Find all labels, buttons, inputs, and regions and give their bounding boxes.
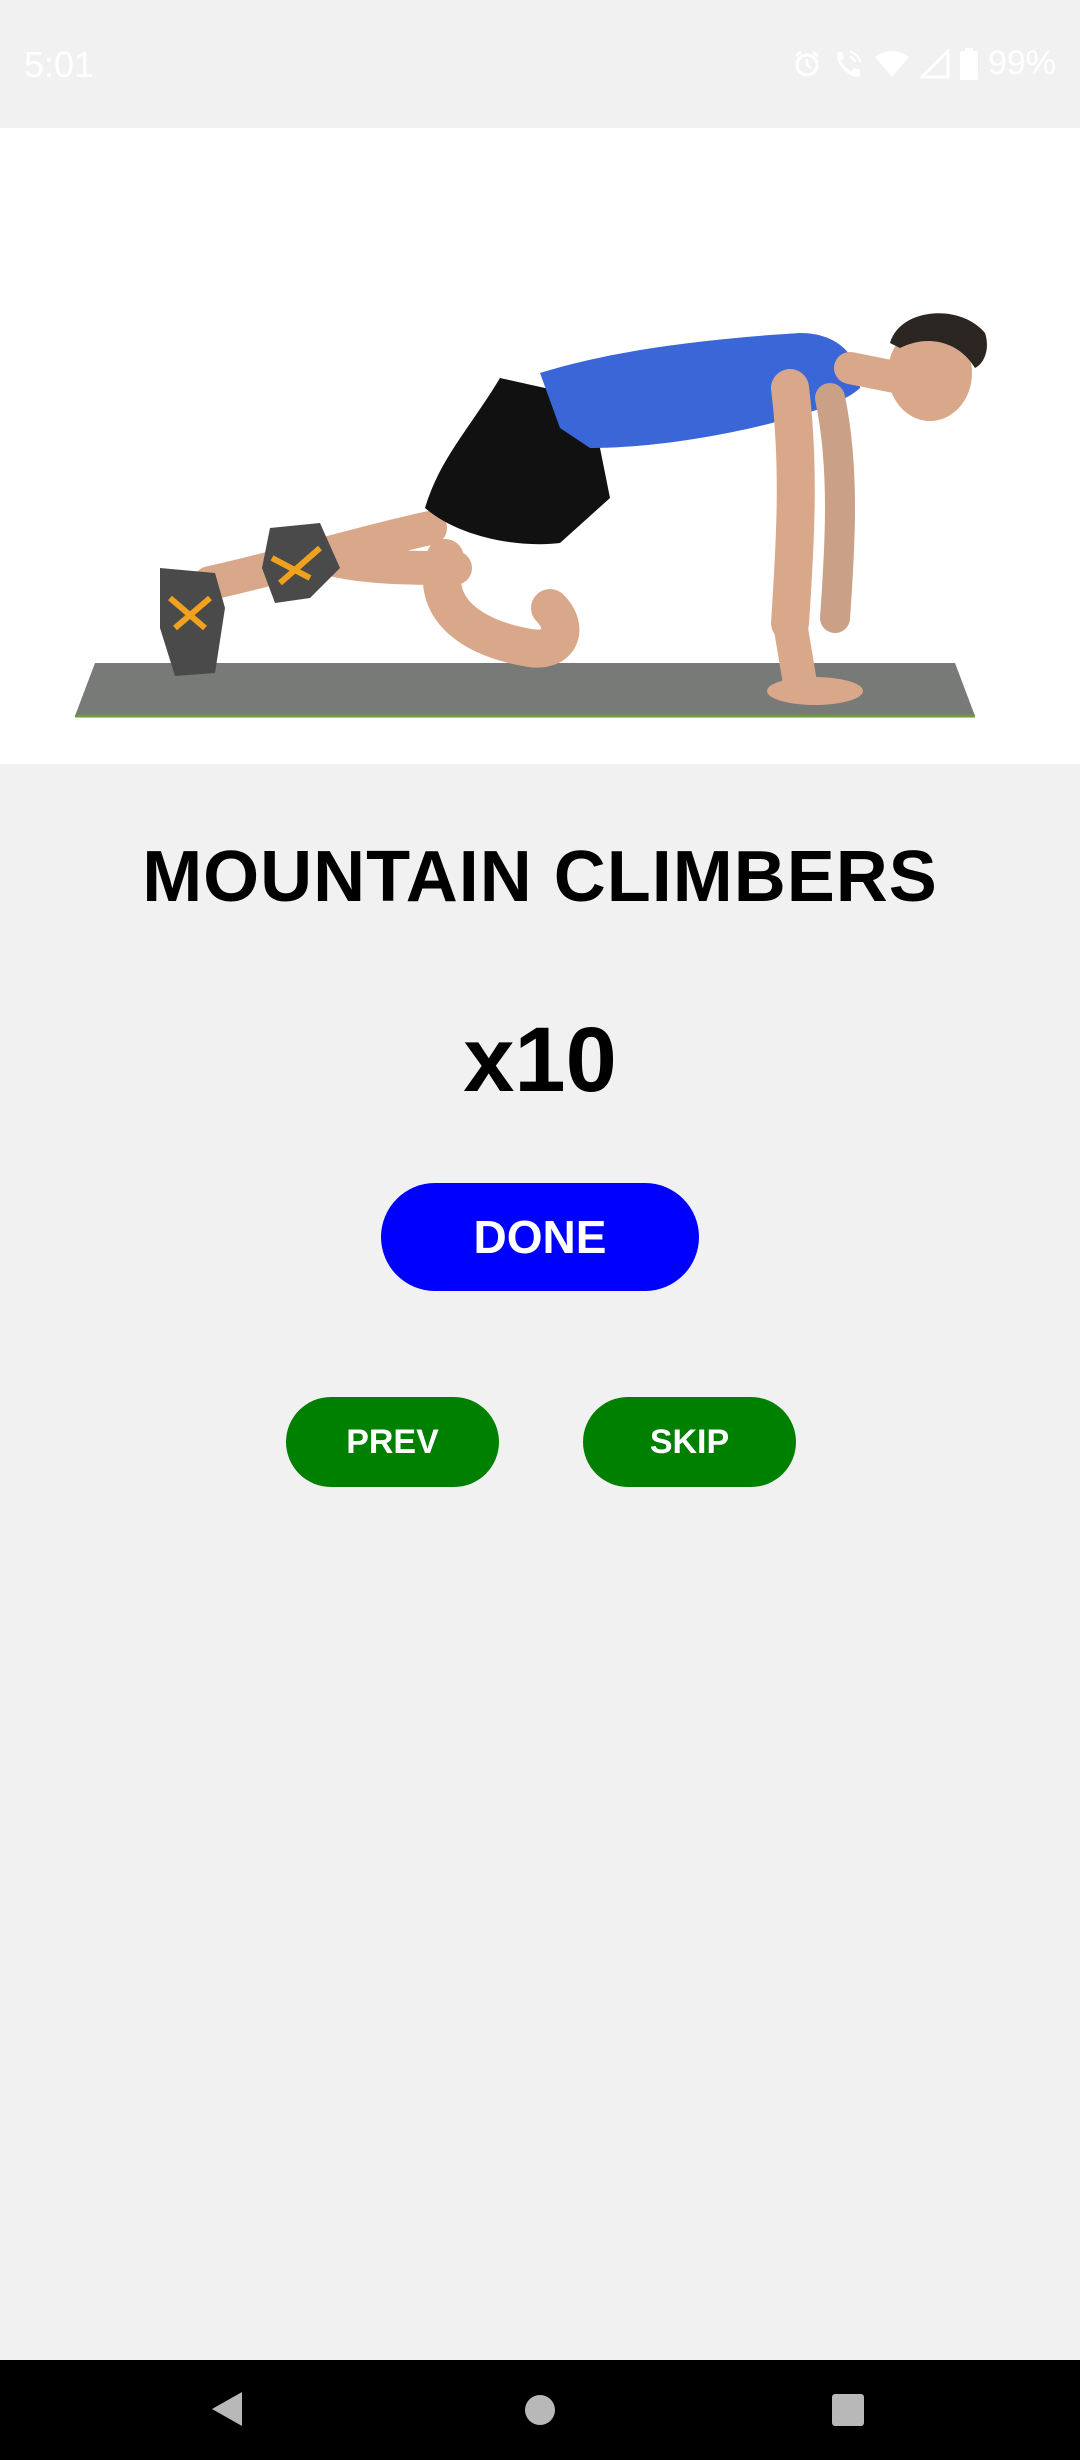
recents-icon[interactable] (832, 2394, 864, 2431)
wifi-icon (874, 49, 910, 79)
alarm-icon (792, 49, 822, 79)
skip-button[interactable]: SKIP (583, 1397, 796, 1487)
status-icons: 99% (792, 44, 1056, 83)
wifi-call-icon (832, 48, 864, 80)
status-time: 5:01 (24, 44, 95, 85)
exercise-title: MOUNTAIN CLIMBERS (142, 837, 938, 917)
battery-level: 99% (987, 44, 1056, 82)
exercise-reps: x10 (463, 1009, 617, 1111)
signal-icon (919, 48, 950, 79)
home-icon[interactable] (524, 2394, 556, 2431)
done-button[interactable]: DONE (381, 1183, 699, 1291)
prev-button[interactable]: PREV (286, 1397, 499, 1487)
exercise-image (0, 128, 1080, 764)
workout-screen: 5:01 99% MOUNTAIN CLIMBERS x10 DONE PREV… (0, 0, 1080, 2460)
system-navigation-bar (0, 2360, 1080, 2460)
status-bar: 5:01 99% (0, 0, 1080, 128)
back-icon[interactable] (210, 2390, 244, 2433)
battery-icon (959, 47, 978, 80)
